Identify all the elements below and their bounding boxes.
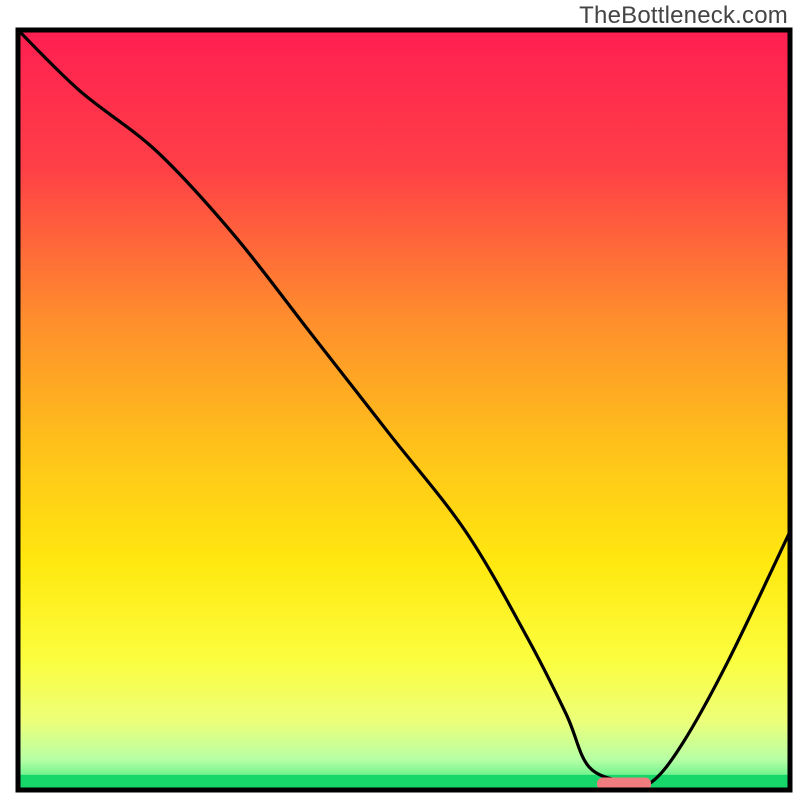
chart-container: TheBottleneck.com — [0, 0, 800, 800]
chart-plot — [0, 0, 800, 800]
watermark-label: TheBottleneck.com — [579, 2, 788, 30]
plot-background — [18, 30, 790, 790]
